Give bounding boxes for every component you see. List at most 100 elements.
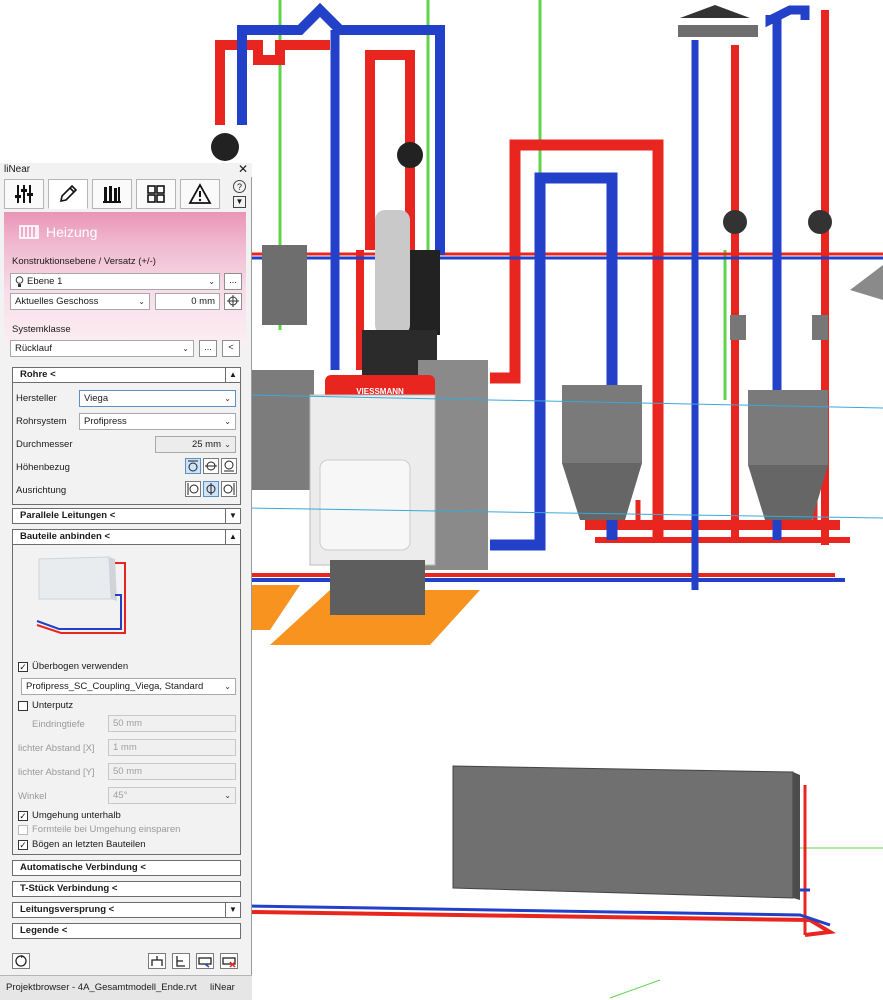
hoehenbezug-label: Höhenbezug	[16, 462, 70, 473]
align-bottom-icon	[224, 460, 234, 472]
panel-title: liNear	[4, 164, 31, 175]
refresh-button[interactable]	[12, 953, 30, 969]
chimney-cap	[678, 25, 758, 37]
align-middle-button[interactable]	[203, 481, 219, 497]
help-icon[interactable]: ?	[233, 180, 246, 193]
chevron-down-icon[interactable]: ▼	[225, 509, 240, 523]
offset-input[interactable]: 0 mm	[155, 293, 220, 310]
pipe-delete-icon	[222, 957, 236, 968]
buffer-tank	[562, 463, 642, 520]
coupling-select[interactable]: Profipress_SC_Coupling_Viega, Standard ⌄	[21, 678, 236, 695]
boegen-checkbox[interactable]: ✓	[18, 840, 28, 850]
section-bauteile-title: Bauteile anbinden <	[20, 531, 111, 542]
lightbulb-icon	[15, 276, 24, 287]
section-bauteile[interactable]: Bauteile anbinden < ▲	[12, 529, 241, 545]
tab-library[interactable]	[92, 179, 132, 209]
tool-button-1[interactable]	[148, 953, 166, 969]
height-bottom-button[interactable]	[221, 458, 237, 474]
align-right-button[interactable]	[221, 481, 237, 497]
floor-select[interactable]: Aktuelles Geschoss ⌄	[10, 293, 150, 310]
tab-projektbrowser[interactable]: Projektbrowser - 4A_Gesamtmodell_Ende.rv…	[6, 982, 197, 993]
boegen-label: Bögen an letzten Bauteilen	[32, 839, 146, 850]
connect-icon	[151, 956, 163, 966]
level-value: Ebene 1	[27, 276, 63, 287]
library-icon	[103, 186, 121, 203]
radiator	[452, 765, 794, 899]
rohrsystem-label: Rohrsystem	[16, 416, 67, 427]
close-icon[interactable]: ✕	[238, 162, 248, 176]
project-browser-bar: Projektbrowser - 4A_Gesamtmodell_Ende.rv…	[0, 975, 252, 1000]
chevron-down-icon: ⌄	[208, 277, 215, 286]
ueberbogen-checkbox[interactable]: ✓	[18, 662, 28, 672]
chevron-up-icon[interactable]: ▲	[225, 368, 240, 382]
category-title: Heizung	[46, 224, 98, 240]
tool-button-3[interactable]	[196, 953, 214, 969]
systemklasse-value: Rücklauf	[15, 343, 52, 354]
umgehung-checkbox[interactable]: ✓	[18, 811, 28, 821]
align-left-button[interactable]	[185, 481, 201, 497]
systemklasse-back-button[interactable]: <	[222, 340, 240, 357]
ueberbogen-label: Überbogen verwenden	[32, 661, 129, 672]
winkel-select[interactable]: 45° ⌄	[108, 787, 236, 804]
systemklasse-more-button[interactable]: ...	[199, 340, 217, 357]
section-parallele[interactable]: Parallele Leitungen < ▼	[12, 508, 241, 524]
align-right-icon	[223, 483, 235, 495]
section-automatische[interactable]: Automatische Verbindung <	[12, 860, 241, 876]
hersteller-value: Viega	[84, 393, 109, 404]
section-legende[interactable]: Legende <	[12, 923, 241, 939]
tool-button-2[interactable]	[172, 953, 190, 969]
section-bauteile-body: ✓ Überbogen verwenden Profipress_SC_Coup…	[12, 545, 241, 855]
winkel-value: 45°	[113, 790, 128, 801]
valve	[730, 315, 746, 340]
tab-grid[interactable]	[136, 179, 176, 209]
level-more-button[interactable]: ...	[224, 273, 242, 290]
radiator	[793, 772, 800, 900]
align-middle-icon	[206, 483, 216, 495]
tool-button-4[interactable]	[220, 953, 238, 969]
durchmesser-select[interactable]: 25 mm ⌄	[155, 436, 236, 453]
tab-edit[interactable]	[48, 179, 88, 209]
unterputz-checkbox[interactable]	[18, 701, 28, 711]
durchmesser-label: Durchmesser	[16, 439, 73, 450]
formteile-checkbox[interactable]	[18, 825, 28, 835]
tab-warnings[interactable]	[180, 179, 220, 209]
chevron-down-icon: ⌄	[224, 791, 231, 800]
tab-linear[interactable]: liNear	[210, 982, 235, 993]
section-leitungsversprung[interactable]: Leitungsversprung < ▼	[12, 902, 241, 918]
section-rohre[interactable]: Rohre < ▲	[12, 367, 241, 383]
section-tstueck-title: T-Stück Verbindung <	[20, 883, 118, 894]
systemklasse-label: Systemklasse	[12, 324, 71, 335]
chimney-cap	[680, 5, 750, 18]
abstand-y-input[interactable]: 50 mm	[108, 763, 236, 780]
boiler-panel	[319, 459, 411, 551]
section-tstueck[interactable]: T-Stück Verbindung <	[12, 881, 241, 897]
panel-titlebar: liNear ✕	[0, 162, 252, 177]
ausrichtung-label: Ausrichtung	[16, 485, 67, 496]
supply-pipe	[215, 40, 330, 125]
buffer-tank	[850, 265, 883, 300]
hersteller-select[interactable]: Viega ⌄	[79, 390, 236, 407]
formteile-label: Formteile bei Umgehung einsparen	[32, 824, 181, 835]
collapse-icon[interactable]: ▼	[233, 196, 246, 208]
section-rohre-title: Rohre <	[20, 369, 56, 380]
warning-icon	[188, 183, 212, 204]
section-parallele-title: Parallele Leitungen <	[20, 510, 116, 521]
tab-settings[interactable]	[4, 179, 44, 209]
rohrsystem-value: Profipress	[84, 416, 127, 427]
chevron-down-icon[interactable]: ▼	[225, 903, 240, 917]
chevron-up-icon[interactable]: ▲	[225, 530, 240, 544]
height-top-button[interactable]	[185, 458, 201, 474]
rohrsystem-select[interactable]: Profipress ⌄	[79, 413, 236, 430]
buffer-tank	[562, 385, 642, 463]
eindringtiefe-input[interactable]: 50 mm	[108, 715, 236, 732]
pencil-icon	[59, 184, 78, 203]
systemklasse-select[interactable]: Rücklauf ⌄	[10, 340, 194, 357]
buffer-tank	[748, 390, 828, 465]
level-select[interactable]: Ebene 1 ⌄	[10, 273, 220, 290]
pick-level-button[interactable]	[224, 293, 242, 310]
category-header: Heizung Konstruktionsebene / Versatz (+/…	[4, 212, 246, 344]
winkel-label: Winkel	[18, 791, 47, 802]
height-center-button[interactable]	[203, 458, 219, 474]
abstand-x-input[interactable]: 1 mm	[108, 739, 236, 756]
umgehung-label: Umgehung unterhalb	[32, 810, 121, 821]
